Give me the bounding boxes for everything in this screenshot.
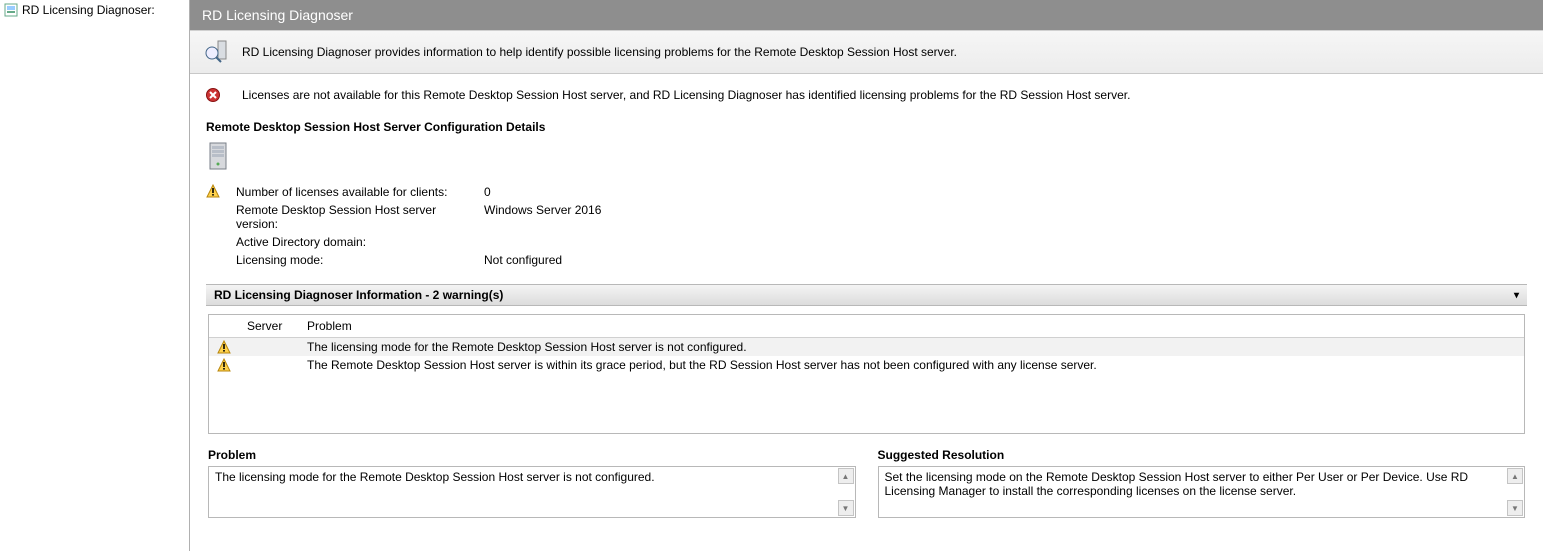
license-alert-row: Licenses are not available for this Remo… bbox=[206, 84, 1527, 116]
warning-problem-cell: The licensing mode for the Remote Deskto… bbox=[299, 338, 1524, 357]
problem-text: The licensing mode for the Remote Deskto… bbox=[215, 470, 655, 484]
config-details: Number of licenses available for clients… bbox=[206, 182, 1527, 270]
resolution-header: Suggested Resolution bbox=[878, 448, 1526, 462]
kv-label: Licensing mode: bbox=[236, 252, 476, 268]
server-tower-icon bbox=[208, 142, 1527, 172]
col-header-server[interactable]: Server bbox=[239, 315, 299, 338]
kv-label: Remote Desktop Session Host server versi… bbox=[236, 202, 476, 232]
error-icon bbox=[206, 88, 220, 102]
warning-problem-cell: The Remote Desktop Session Host server i… bbox=[299, 356, 1524, 374]
info-band-text: RD Licensing Diagnoser provides informat… bbox=[242, 45, 957, 59]
warning-row[interactable]: The Remote Desktop Session Host server i… bbox=[209, 356, 1524, 374]
content-area: Licenses are not available for this Remo… bbox=[190, 74, 1543, 551]
kv-value bbox=[478, 234, 601, 250]
chevron-down-icon: ▾ bbox=[1514, 290, 1519, 301]
tree-node-label: RD Licensing Diagnoser: bbox=[22, 3, 155, 17]
scroll-up-button[interactable]: ▲ bbox=[1507, 468, 1523, 484]
warnings-table: Server Problem The licensing mode for th… bbox=[209, 315, 1524, 374]
license-alert-text: Licenses are not available for this Remo… bbox=[242, 88, 1130, 102]
warnings-section-header[interactable]: RD Licensing Diagnoser Information - 2 w… bbox=[206, 284, 1527, 306]
col-header-icon[interactable] bbox=[209, 315, 239, 338]
resolution-textbox[interactable]: Set the licensing mode on the Remote Des… bbox=[878, 466, 1526, 518]
magnifier-server-icon bbox=[204, 39, 230, 65]
warning-row[interactable]: The licensing mode for the Remote Deskto… bbox=[209, 338, 1524, 357]
warnings-table-wrap: Server Problem The licensing mode for th… bbox=[208, 314, 1525, 434]
resolution-text: Set the licensing mode on the Remote Des… bbox=[885, 470, 1469, 498]
tree-node-rd-licensing[interactable]: RD Licensing Diagnoser: bbox=[0, 0, 189, 20]
col-header-problem[interactable]: Problem bbox=[299, 315, 1524, 338]
warning-icon bbox=[206, 184, 220, 198]
kv-row: Licensing mode:Not configured bbox=[236, 252, 601, 268]
kv-value: Windows Server 2016 bbox=[478, 202, 601, 232]
problem-header: Problem bbox=[208, 448, 856, 462]
scroll-down-button[interactable]: ▼ bbox=[838, 500, 854, 516]
app-root: RD Licensing Diagnoser: RD Licensing Dia… bbox=[0, 0, 1543, 551]
kv-value: 0 bbox=[478, 184, 601, 200]
kv-label: Active Directory domain: bbox=[236, 234, 476, 250]
warning-server-cell bbox=[239, 356, 299, 374]
warnings-section-title: RD Licensing Diagnoser Information - 2 w… bbox=[214, 288, 503, 302]
page-title: RD Licensing Diagnoser bbox=[190, 0, 1543, 30]
scroll-down-button[interactable]: ▼ bbox=[1507, 500, 1523, 516]
scroll-up-button[interactable]: ▲ bbox=[838, 468, 854, 484]
kv-label: Number of licenses available for clients… bbox=[236, 184, 476, 200]
config-kv-table: Number of licenses available for clients… bbox=[234, 182, 603, 270]
detail-panels: Problem The licensing mode for the Remot… bbox=[208, 448, 1525, 518]
info-band: RD Licensing Diagnoser provides informat… bbox=[190, 30, 1543, 74]
kv-row: Remote Desktop Session Host server versi… bbox=[236, 202, 601, 232]
warning-icon bbox=[217, 340, 231, 354]
main-pane: RD Licensing Diagnoser RD Licensing Diag… bbox=[190, 0, 1543, 551]
warning-server-cell bbox=[239, 338, 299, 357]
resolution-panel: Suggested Resolution Set the licensing m… bbox=[878, 448, 1526, 518]
problem-panel: Problem The licensing mode for the Remot… bbox=[208, 448, 856, 518]
problem-textbox[interactable]: The licensing mode for the Remote Deskto… bbox=[208, 466, 856, 518]
kv-row: Active Directory domain: bbox=[236, 234, 601, 250]
config-section-title: Remote Desktop Session Host Server Confi… bbox=[206, 120, 1527, 134]
diagnoser-tree-icon bbox=[4, 3, 18, 17]
kv-value: Not configured bbox=[478, 252, 601, 268]
tree-pane: RD Licensing Diagnoser: bbox=[0, 0, 190, 551]
warning-icon bbox=[217, 358, 231, 372]
kv-row: Number of licenses available for clients… bbox=[236, 184, 601, 200]
